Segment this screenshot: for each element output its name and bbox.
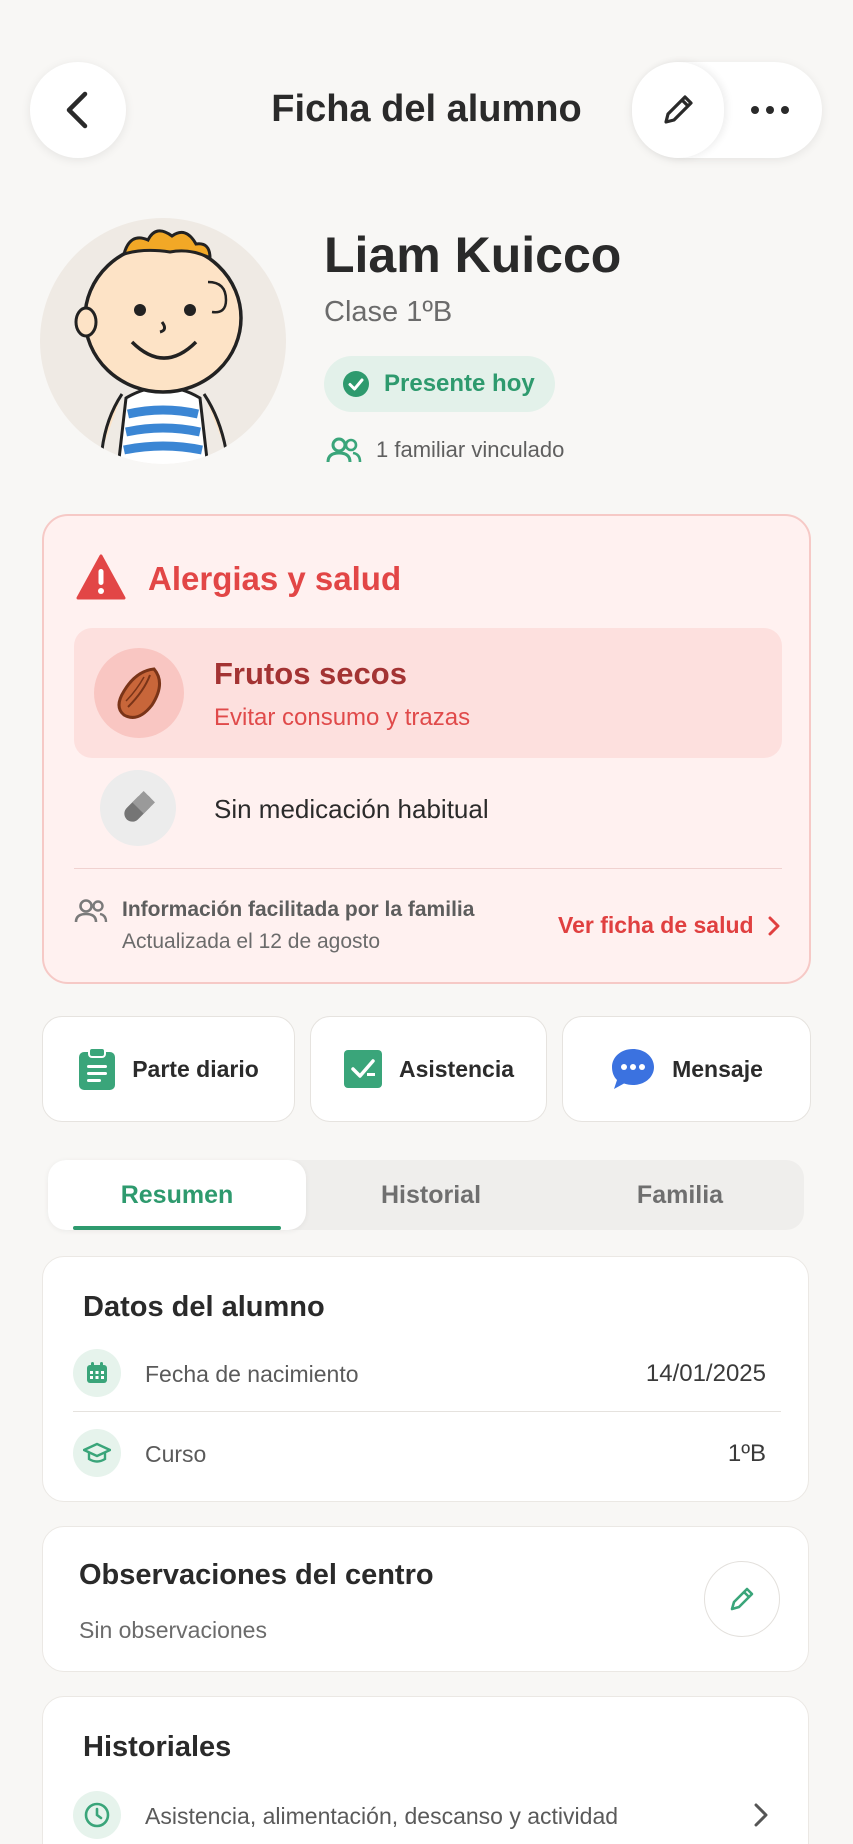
allergy-note: Evitar consumo y trazas <box>214 704 471 731</box>
tab-familia[interactable]: Familia <box>556 1160 804 1230</box>
active-tab-indicator <box>73 1226 281 1230</box>
student-data-card: Datos del alumno Fecha de nacimiento 14/… <box>42 1256 809 1502</box>
birthdate-label: Fecha de nacimiento <box>145 1361 359 1387</box>
family-linked-label: 1 familiar vinculado <box>376 437 565 462</box>
edit-observations-button[interactable] <box>704 1561 780 1637</box>
birthdate-value: 14/01/2025 <box>645 1360 766 1387</box>
almond-icon <box>94 648 184 738</box>
tab-resumen[interactable]: Resumen <box>48 1160 306 1230</box>
daily-report-button[interactable]: Parte diario <box>42 1016 295 1122</box>
status-badge: Presente hoy <box>324 356 555 412</box>
histories-row[interactable]: Asistencia, alimentación, descanso y act… <box>43 1791 810 1844</box>
edit-button[interactable] <box>632 62 724 158</box>
daily-report-label: Parte diario <box>132 1055 259 1082</box>
more-button[interactable] <box>730 62 810 158</box>
message-button[interactable]: Mensaje <box>562 1016 811 1122</box>
health-card: Alergias y salud Frutos secos Evitar con… <box>42 514 811 984</box>
histories-row-label: Asistencia, alimentación, descanso y act… <box>145 1803 619 1829</box>
pencil-icon <box>664 95 693 124</box>
course-value: 1ºB <box>727 1440 766 1467</box>
health-updated: Actualizada el 12 de agosto <box>122 930 381 953</box>
observations-card: Observaciones del centro Sin observacion… <box>42 1526 809 1672</box>
graduation-cap-icon <box>73 1429 121 1477</box>
student-name: Liam Kuicco <box>324 227 622 283</box>
histories-title: Historiales <box>83 1731 232 1763</box>
histories-card: Historiales Asistencia, alimentación, de… <box>42 1696 809 1844</box>
chevron-right-icon <box>768 916 780 935</box>
observations-title: Observaciones del centro <box>79 1559 434 1591</box>
message-label: Mensaje <box>672 1055 763 1082</box>
view-health-record-link[interactable]: Ver ficha de salud <box>558 912 780 939</box>
warning-icon <box>76 554 126 600</box>
view-health-record-label: Ver ficha de salud <box>558 912 754 938</box>
pill-icon <box>100 770 176 846</box>
student-class: Clase 1ºB <box>324 296 453 328</box>
clipboard-icon <box>79 1047 116 1090</box>
student-data-title: Datos del alumno <box>83 1291 325 1323</box>
tab-bar: Resumen Historial Familia <box>48 1160 804 1230</box>
medication-text: Sin medicación habitual <box>214 794 489 824</box>
header-actions <box>632 62 822 158</box>
checkbox-icon <box>343 1050 382 1088</box>
check-circle-icon <box>343 371 369 397</box>
chevron-right-icon <box>754 1803 768 1827</box>
divider <box>74 868 782 869</box>
calendar-icon <box>73 1349 121 1397</box>
clock-icon <box>73 1791 121 1839</box>
child-cartoon-illustration <box>74 229 243 464</box>
avatar <box>40 218 286 464</box>
health-source: Información facilitada por la familia <box>122 898 475 921</box>
health-title: Alergias y salud <box>148 560 402 597</box>
people-icon <box>326 437 362 463</box>
tab-historial[interactable]: Historial <box>306 1160 556 1230</box>
attendance-label: Asistencia <box>398 1055 515 1082</box>
attendance-button[interactable]: Asistencia <box>310 1016 547 1122</box>
allergy-row[interactable]: Frutos secos Evitar consumo y trazas <box>74 628 782 758</box>
allergy-name: Frutos secos <box>214 656 407 691</box>
family-linked[interactable]: 1 familiar vinculado <box>326 436 564 464</box>
chat-bubble-icon <box>612 1049 655 1089</box>
people-icon <box>74 899 108 923</box>
divider <box>73 1411 781 1412</box>
course-label: Curso <box>145 1441 207 1467</box>
pencil-icon <box>730 1587 754 1611</box>
observations-text: Sin observaciones <box>79 1617 267 1643</box>
more-horizontal-icon <box>751 106 789 114</box>
status-label: Presente hoy <box>384 370 535 397</box>
